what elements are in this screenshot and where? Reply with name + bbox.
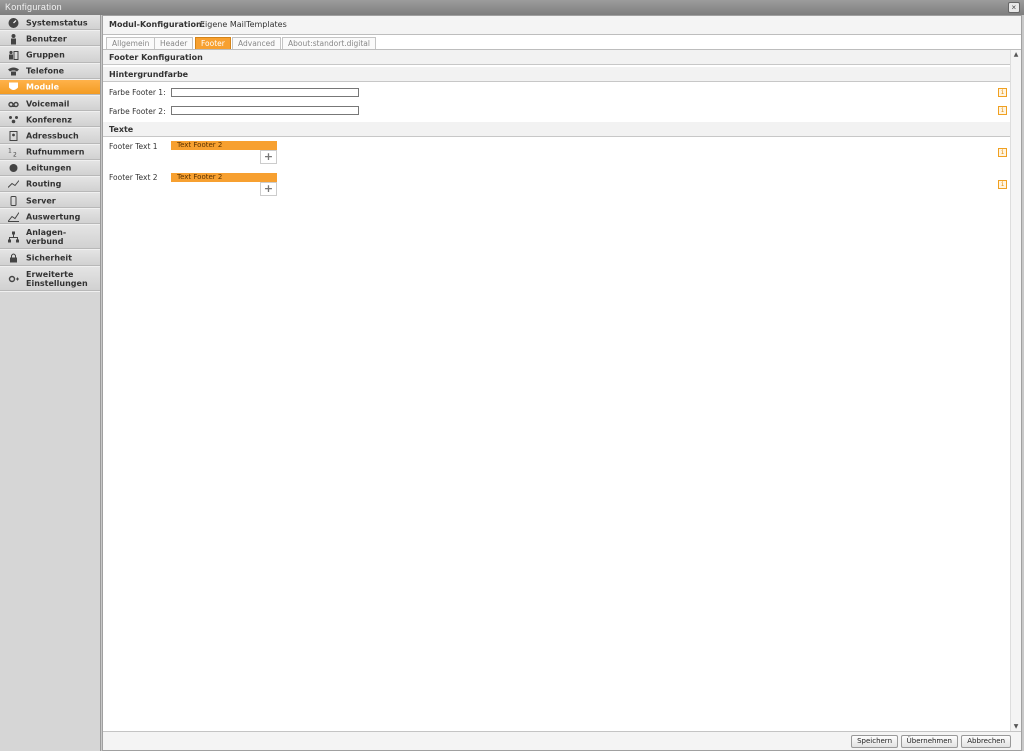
- sidebar-item-adressbuch[interactable]: Adressbuch: [0, 128, 100, 145]
- sidebar-item-rufnummern[interactable]: 1 2 Rufnummern: [0, 144, 100, 161]
- sidebar-item-label: Benutzer: [26, 34, 67, 44]
- info-icon[interactable]: i: [998, 88, 1007, 97]
- scroll-down-icon[interactable]: ▼: [1012, 723, 1020, 731]
- color1-label: Farbe Footer 1:: [109, 88, 166, 97]
- main-panel: Modul-Konfiguration: Eigene MailTemplate…: [102, 15, 1022, 751]
- window-title: Konfiguration: [5, 2, 62, 12]
- sidebar: Systemstatus Benutzer Gruppen Telefone Modul…: [0, 15, 101, 751]
- add-text1-button[interactable]: +: [260, 150, 277, 164]
- close-icon[interactable]: ×: [1008, 2, 1020, 13]
- save-button[interactable]: Speichern: [851, 735, 898, 748]
- sidebar-item-server[interactable]: Server: [0, 193, 100, 210]
- vertical-scrollbar[interactable]: ▲ ▼: [1010, 50, 1021, 732]
- color2-input[interactable]: [171, 106, 359, 115]
- sidebar-item-sicherheit[interactable]: Sicherheit: [0, 250, 100, 267]
- voicemail-icon: [8, 98, 19, 109]
- tab-about[interactable]: About:standort.digital: [282, 37, 376, 49]
- info-icon[interactable]: i: [998, 148, 1007, 157]
- section-texts: Texte: [103, 122, 1011, 137]
- lock-icon: [8, 253, 19, 264]
- sidebar-item-label: Anlagen- verbund: [26, 228, 67, 247]
- sidebar-item-label: Gruppen: [26, 50, 65, 60]
- sidebar-item-anlagenverbund[interactable]: Anlagen- verbund: [0, 225, 100, 251]
- info-icon[interactable]: i: [998, 106, 1007, 115]
- sidebar-item-auswertung[interactable]: Auswertung: [0, 209, 100, 226]
- sidebar-item-label: Sicherheit: [26, 253, 72, 263]
- sidebar-item-label: Telefone: [26, 66, 65, 76]
- numbers-icon: 12: [8, 147, 19, 158]
- phone-icon: [8, 66, 19, 77]
- svg-text:2: 2: [13, 152, 17, 158]
- sidebar-item-label: Konferenz: [26, 115, 72, 125]
- tab-bar: Allgemein Header Footer Advanced About:s…: [103, 35, 1021, 50]
- action-bar: Speichern Übernehmen Abbrechen: [103, 731, 1021, 750]
- tab-header[interactable]: Header: [154, 37, 194, 49]
- page-title-name: Eigene MailTemplates: [200, 20, 287, 29]
- window-titlebar: Konfiguration ×: [0, 0, 1024, 15]
- text1-chip[interactable]: Text Footer 2: [171, 141, 277, 150]
- network-icon: [8, 231, 19, 243]
- section-footer-config: Footer Konfiguration: [103, 50, 1011, 65]
- color1-input[interactable]: [171, 88, 359, 97]
- text2-label: Footer Text 2: [109, 173, 158, 182]
- cancel-button[interactable]: Abbrechen: [961, 735, 1011, 748]
- addressbook-icon: [8, 130, 19, 141]
- page-header: Modul-Konfiguration: Eigene MailTemplate…: [103, 16, 1021, 35]
- user-icon: [8, 33, 19, 45]
- sidebar-item-leitungen[interactable]: Leitungen: [0, 160, 100, 177]
- sidebar-item-label: Routing: [26, 179, 62, 189]
- info-icon[interactable]: i: [998, 180, 1007, 189]
- tab-allgemein[interactable]: Allgemein: [106, 37, 156, 49]
- server-icon: [8, 195, 19, 206]
- sidebar-item-gruppen[interactable]: Gruppen: [0, 47, 100, 64]
- apply-button[interactable]: Übernehmen: [900, 735, 958, 748]
- tab-footer[interactable]: Footer: [195, 37, 231, 49]
- sidebar-item-erweiterteeinstellungen[interactable]: Erweiterte Einstellungen: [0, 266, 100, 292]
- sidebar-item-label: Leitungen: [26, 163, 72, 173]
- sidebar-item-voicemail[interactable]: Voicemail: [0, 95, 100, 113]
- sidebar-item-label: Erweiterte Einstellungen: [26, 269, 88, 288]
- sidebar-item-label: Auswertung: [26, 212, 81, 222]
- sidebar-item-label: Adressbuch: [26, 131, 79, 141]
- sidebar-item-label: Systemstatus: [26, 18, 88, 28]
- sidebar-item-label: Voicemail: [26, 99, 70, 109]
- page-title-label: Modul-Konfiguration:: [109, 20, 205, 29]
- sidebar-item-label: Server: [26, 196, 56, 206]
- lines-icon: [8, 163, 19, 174]
- scroll-up-icon[interactable]: ▲: [1012, 51, 1020, 59]
- section-background: Hintergrundfarbe: [103, 67, 1011, 82]
- conference-icon: [8, 114, 19, 125]
- gear-plus-icon: [8, 273, 19, 284]
- sidebar-item-routing[interactable]: Routing: [0, 176, 100, 194]
- sidebar-item-systemstatus[interactable]: Systemstatus: [0, 15, 100, 32]
- sidebar-item-label: Rufnummern: [26, 147, 85, 157]
- sidebar-item-telefone[interactable]: Telefone: [0, 63, 100, 80]
- routing-icon: [8, 179, 19, 190]
- sidebar-item-benutzer[interactable]: Benutzer: [0, 31, 100, 48]
- text1-label: Footer Text 1: [109, 142, 158, 151]
- group-icon: [8, 49, 19, 60]
- sidebar-item-module[interactable]: Module: [0, 79, 100, 96]
- svg-text:1: 1: [8, 148, 12, 155]
- chart-icon: [8, 211, 19, 222]
- sidebar-item-konferenz[interactable]: Konferenz: [0, 112, 100, 129]
- tab-advanced[interactable]: Advanced: [232, 37, 282, 49]
- dashboard-icon: [8, 17, 19, 28]
- module-icon: [8, 82, 19, 93]
- add-text2-button[interactable]: +: [260, 182, 277, 196]
- sidebar-item-label: Module: [26, 82, 60, 92]
- content-area: Footer Konfiguration Hintergrundfarbe Fa…: [103, 50, 1011, 732]
- color2-label: Farbe Footer 2:: [109, 107, 166, 116]
- text2-chip[interactable]: Text Footer 2: [171, 173, 277, 182]
